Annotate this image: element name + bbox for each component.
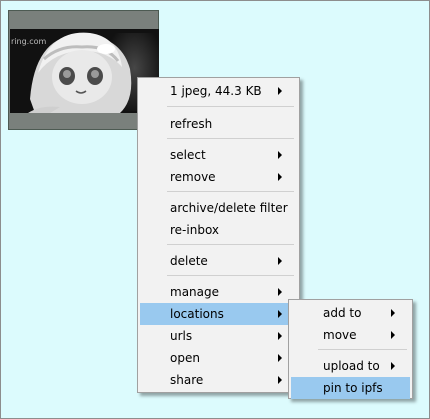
menu-item-delete[interactable]: delete	[140, 250, 297, 272]
menu-item-label: move	[323, 328, 357, 342]
menu-item-locations[interactable]: locations	[140, 303, 297, 325]
menu-item-share[interactable]: share	[140, 369, 297, 391]
submenu-arrow-icon	[278, 173, 282, 181]
submenu-arrow-icon	[278, 288, 282, 296]
thumbnail-watermark: ring.com	[11, 37, 47, 46]
submenu-item-pin-to-ipfs[interactable]: pin to ipfs	[291, 377, 410, 399]
menu-item-urls[interactable]: urls	[140, 325, 297, 347]
submenu-item-add-to[interactable]: add to	[291, 302, 410, 324]
submenu-arrow-icon	[278, 354, 282, 362]
menu-item-select[interactable]: select	[140, 144, 297, 166]
menu-item-label: manage	[170, 285, 220, 299]
submenu-arrow-icon	[278, 151, 282, 159]
locations-submenu[interactable]: add to move upload to pin to ipfs	[288, 299, 413, 399]
menu-separator	[167, 138, 294, 139]
menu-item-label: add to	[323, 306, 362, 320]
submenu-arrow-icon	[278, 332, 282, 340]
submenu-arrow-icon	[278, 87, 282, 95]
menu-item-label: pin to ipfs	[323, 381, 383, 395]
context-menu[interactable]: 1 jpeg, 44.3 KB refresh select remove ar…	[137, 77, 300, 393]
menu-item-label: share	[170, 373, 204, 387]
menu-item-open[interactable]: open	[140, 347, 297, 369]
menu-item-label: archive/delete filter	[170, 201, 288, 215]
menu-item-label: locations	[170, 307, 224, 321]
menu-separator	[167, 106, 294, 107]
menu-item-label: select	[170, 148, 206, 162]
menu-separator	[318, 349, 407, 350]
menu-item-label: delete	[170, 254, 208, 268]
submenu-arrow-icon	[278, 310, 282, 318]
submenu-arrow-icon	[391, 309, 395, 317]
menu-item-archive-delete-filter[interactable]: archive/delete filter	[140, 197, 297, 219]
submenu-arrow-icon	[391, 331, 395, 339]
menu-item-manage[interactable]: manage	[140, 281, 297, 303]
submenu-arrow-icon	[278, 376, 282, 384]
menu-separator	[167, 244, 294, 245]
menu-item-label: remove	[170, 170, 216, 184]
menu-item-label: urls	[170, 329, 193, 343]
menu-item-re-inbox[interactable]: re-inbox	[140, 219, 297, 241]
menu-item-file-info[interactable]: 1 jpeg, 44.3 KB	[140, 80, 297, 102]
menu-separator	[167, 275, 294, 276]
submenu-arrow-icon	[278, 257, 282, 265]
menu-item-label: re-inbox	[170, 223, 220, 237]
menu-item-label: 1 jpeg, 44.3 KB	[170, 84, 262, 98]
submenu-item-move[interactable]: move	[291, 324, 410, 346]
menu-separator	[167, 191, 294, 192]
submenu-item-upload-to[interactable]: upload to	[291, 355, 410, 377]
menu-item-label: open	[170, 351, 200, 365]
menu-item-label: upload to	[323, 359, 380, 373]
submenu-arrow-icon	[391, 362, 395, 370]
menu-item-refresh[interactable]: refresh	[140, 113, 297, 135]
menu-item-remove[interactable]: remove	[140, 166, 297, 188]
menu-item-label: refresh	[170, 117, 213, 131]
